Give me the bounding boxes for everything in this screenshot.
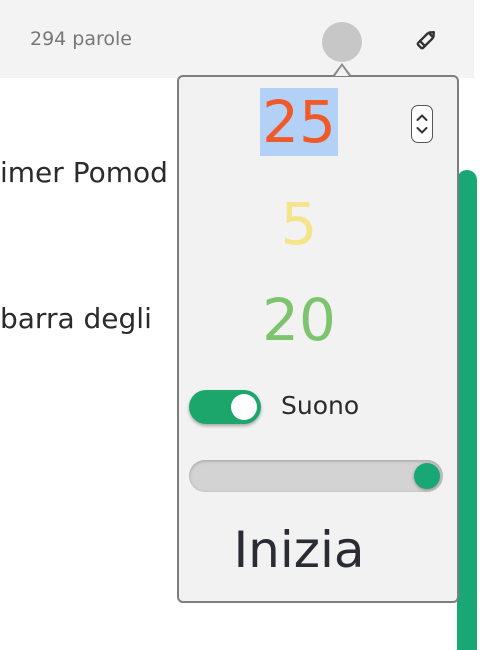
- volume-slider-thumb[interactable]: [414, 463, 440, 489]
- long-break-minutes[interactable]: 20: [179, 285, 419, 355]
- work-minutes-value[interactable]: 25: [260, 88, 338, 156]
- scrollbar-thumb[interactable]: [457, 170, 477, 650]
- sound-label: Suono: [281, 391, 360, 420]
- top-toolbar: 294 parole: [0, 0, 474, 78]
- document-text-line: barra degli: [0, 302, 152, 335]
- short-break-minutes[interactable]: 5: [179, 189, 419, 259]
- pencil-icon[interactable]: [412, 26, 440, 54]
- work-minutes-field[interactable]: 25: [179, 87, 419, 157]
- word-count: 294 parole: [30, 28, 132, 50]
- pomodoro-popover: 25 5 20 Suono Inizia: [177, 75, 459, 603]
- document-text-line: imer Pomod: [0, 156, 168, 189]
- start-button[interactable]: Inizia: [179, 521, 419, 579]
- timer-circle-icon[interactable]: [322, 22, 362, 62]
- toggle-knob: [231, 394, 257, 420]
- sound-toggle[interactable]: [189, 390, 261, 424]
- popover-arrow-fill: [335, 66, 349, 76]
- volume-slider[interactable]: [189, 460, 443, 492]
- up-down-chevron-icon[interactable]: [411, 105, 433, 143]
